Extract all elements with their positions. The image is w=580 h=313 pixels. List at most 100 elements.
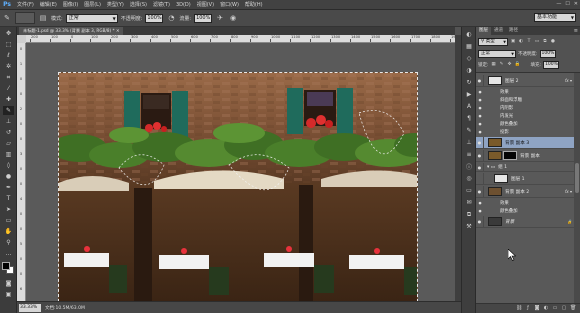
layer-row[interactable]: ● 背景 副本 3	[476, 137, 574, 149]
clone-source-icon[interactable]: ⊥	[464, 138, 474, 147]
lock-all-icon[interactable]: 🔒	[515, 61, 521, 68]
eye-icon[interactable]: ●	[476, 88, 484, 95]
adjustment-layer-icon[interactable]: ◐	[543, 305, 549, 312]
horizontal-ruler[interactable]: 200 100 0 100 200 300 400 500 600 700 800 900 1000 11…	[26, 35, 455, 43]
group-row[interactable]: ● ▾ ▭ 组 1	[476, 163, 574, 172]
eye-icon[interactable]: ●	[476, 104, 484, 111]
eye-icon[interactable]: ●	[476, 163, 484, 171]
move-icon[interactable]: ✥	[3, 29, 14, 38]
fx-icon[interactable]: fx ▾	[565, 78, 574, 83]
menu-window[interactable]: 窗口(W)	[217, 1, 242, 8]
styles-panel-icon[interactable]: ◇	[464, 54, 474, 63]
workspace-select[interactable]: 基本功能 ▼	[534, 13, 576, 22]
foreground-color-swatch[interactable]	[2, 262, 10, 270]
document-info[interactable]: 文档:10.5M/63.0M	[45, 305, 85, 311]
mode-select[interactable]: 正常 ▼	[65, 13, 118, 23]
tool-preset-picker[interactable]	[15, 12, 35, 24]
eyedropper-icon[interactable]: ⁄	[3, 84, 14, 93]
color-panel-icon[interactable]: ◐	[464, 30, 474, 39]
screen-mode-icon[interactable]: ▣	[3, 290, 14, 299]
history-panel-icon[interactable]: ↻	[464, 78, 474, 87]
layer-comps-icon[interactable]: ⧉	[464, 210, 474, 219]
layer-row[interactable]: ● 图层 2 fx ▾	[476, 75, 574, 87]
eye-icon[interactable]: ●	[476, 186, 484, 197]
fill-input[interactable]: 100%	[543, 60, 560, 69]
lock-move-icon[interactable]: ✥	[507, 61, 513, 68]
new-layer-icon[interactable]: ▢	[561, 305, 567, 312]
eye-icon[interactable]: ●	[476, 75, 484, 86]
effect-row[interactable]: ● 颜色叠加	[476, 120, 574, 127]
blur-icon[interactable]: ◊	[3, 161, 14, 170]
swatches-panel-icon[interactable]: ▦	[464, 42, 474, 51]
clone-stamp-icon[interactable]: ⊥	[3, 117, 14, 126]
layer-row[interactable]: ● 背景 副本	[476, 150, 574, 162]
quick-mask-icon[interactable]: ◙	[3, 279, 14, 288]
shape-icon[interactable]: ▭	[3, 216, 14, 225]
tool-presets-icon[interactable]: ⚒	[464, 222, 474, 231]
eye-icon[interactable]: ●	[476, 112, 484, 119]
filter-adjust-icon[interactable]: ◐	[518, 38, 524, 45]
eye-icon[interactable]: ●	[476, 120, 484, 127]
menu-layer[interactable]: 图层(L)	[81, 1, 104, 8]
layer-filter-select[interactable]: ⚲ 类型 ▼	[478, 37, 508, 46]
layer-row[interactable]: ● 背景 副本 2 fx ▾	[476, 186, 574, 198]
layers-scrollbar[interactable]	[574, 73, 580, 304]
fx-icon[interactable]: ƒ	[525, 305, 531, 312]
brush-presets-icon[interactable]: ✎	[464, 126, 474, 135]
layer-opacity-input[interactable]: 100%	[539, 49, 556, 58]
menu-image[interactable]: 图像(I)	[60, 1, 81, 8]
eye-icon[interactable]: ●	[476, 216, 484, 227]
filter-smart-icon[interactable]: ⧉	[542, 38, 548, 45]
effect-row[interactable]: ● 颜色叠加	[476, 207, 574, 214]
eye-icon[interactable]: ●	[476, 128, 484, 135]
menu-edit[interactable]: 编辑(E)	[37, 1, 60, 8]
zoom-icon[interactable]: ⚲	[3, 238, 14, 247]
effect-row[interactable]: ● 效果	[476, 199, 574, 206]
info-panel-icon[interactable]: ⓘ	[464, 162, 474, 171]
menu-3d[interactable]: 3D(D)	[173, 2, 194, 8]
brush-panel-icon[interactable]: ▤	[38, 13, 48, 23]
navigator-panel-icon[interactable]: ◎	[464, 174, 474, 183]
add-mask-icon[interactable]: ◙	[534, 305, 540, 312]
timeline-panel-icon[interactable]: ▭	[464, 186, 474, 195]
character-panel-icon[interactable]: A	[464, 102, 474, 111]
minimize-button[interactable]: —	[556, 1, 561, 7]
tab-paths[interactable]: 路径	[506, 27, 521, 35]
blend-mode-select[interactable]: 正常 ▼	[478, 49, 516, 58]
trash-icon[interactable]: 🗑	[570, 305, 576, 312]
effect-row[interactable]: ● 效果	[476, 88, 574, 95]
menu-view[interactable]: 视图(V)	[194, 1, 217, 8]
adjustments-panel-icon[interactable]: ◑	[464, 66, 474, 75]
eye-icon[interactable]: ●	[476, 150, 484, 161]
new-group-icon[interactable]: ▭	[552, 305, 558, 312]
effect-row[interactable]: ● 投影	[476, 128, 574, 135]
airbrush-icon[interactable]: ✈	[215, 13, 225, 23]
properties-panel-icon[interactable]: ≡	[464, 150, 474, 159]
notes-panel-icon[interactable]: ✉	[464, 198, 474, 207]
vertical-ruler[interactable]: 0 1 0 0 2 0 0 3 0 0 4 0 0 5 0 0 6	[17, 43, 26, 301]
gradient-icon[interactable]: ▥	[3, 150, 14, 159]
menu-type[interactable]: 类型(Y)	[104, 1, 127, 8]
tab-layers[interactable]: 图层	[476, 27, 491, 35]
filter-pixel-icon[interactable]: ▣	[510, 38, 516, 45]
fx-icon[interactable]: fx ▾	[565, 189, 574, 194]
effect-row[interactable]: ● 内发光	[476, 112, 574, 119]
color-swatches[interactable]	[2, 262, 15, 275]
healing-icon[interactable]: ✚	[3, 95, 14, 104]
hand-icon[interactable]: ✋	[3, 227, 14, 236]
canvas-area[interactable]	[26, 43, 455, 302]
eye-icon[interactable]	[476, 173, 484, 184]
quick-select-icon[interactable]: ✲	[3, 62, 14, 71]
zoom-field[interactable]: 33.33%	[19, 303, 41, 312]
eye-icon[interactable]: ●	[476, 96, 484, 103]
actions-panel-icon[interactable]: ▶	[464, 90, 474, 99]
effect-row[interactable]: ● 内阴影	[476, 104, 574, 111]
menu-file[interactable]: 文件(F)	[14, 1, 37, 8]
menu-help[interactable]: 帮助(H)	[242, 1, 266, 8]
eraser-icon[interactable]: ▱	[3, 139, 14, 148]
close-icon[interactable]: ✕	[116, 28, 120, 33]
type-icon[interactable]: T	[3, 194, 14, 203]
edit-toolbar-icon[interactable]: …	[3, 249, 14, 258]
menu-filter[interactable]: 滤镜(T)	[150, 1, 173, 8]
crop-icon[interactable]: ⌗	[3, 73, 14, 82]
